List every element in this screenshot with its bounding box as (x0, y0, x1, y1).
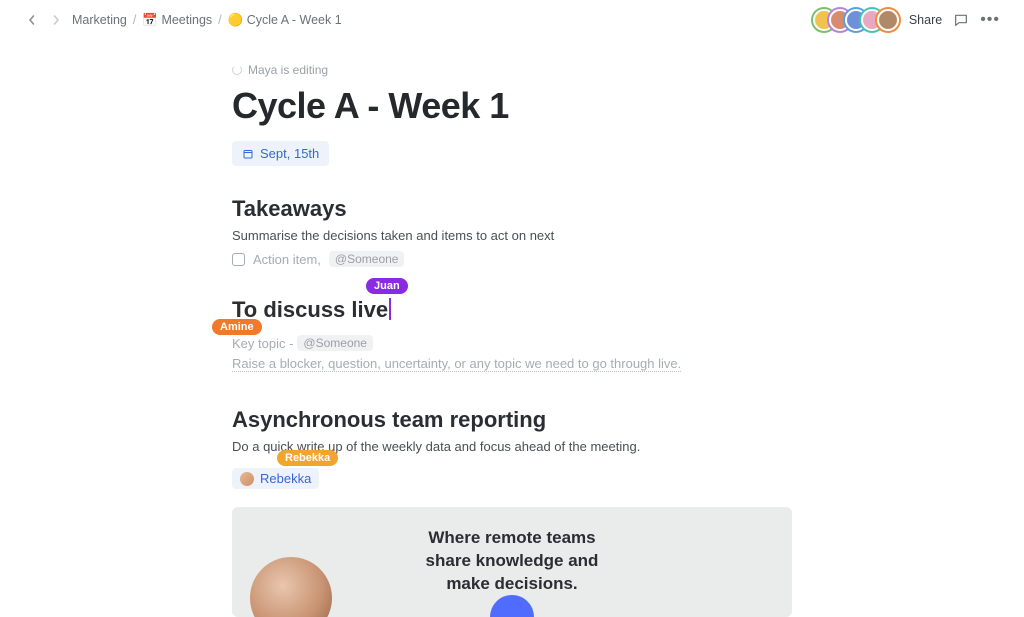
text-cursor-icon (389, 298, 391, 320)
embedded-face-image (250, 557, 332, 617)
key-topic-row[interactable]: Key topic - @Someone (232, 335, 792, 351)
embedded-tagline: Where remote teams share knowledge and m… (426, 527, 599, 596)
key-topic-label: Key topic - (232, 336, 293, 351)
mention-chip[interactable]: @Someone (329, 251, 405, 267)
share-button[interactable]: Share (909, 13, 942, 27)
calendar-icon (242, 148, 254, 160)
crumb-sep: / (133, 13, 136, 27)
section-takeaways-sub[interactable]: Summarise the decisions taken and items … (232, 228, 792, 243)
topbar-right: Share ••• (813, 9, 1000, 31)
embedded-media[interactable]: Where remote teams share knowledge and m… (232, 507, 792, 617)
date-chip[interactable]: Sept, 15th (232, 141, 329, 166)
play-bubble-icon (490, 595, 534, 617)
avatar[interactable] (877, 9, 899, 31)
presence-cursor-juan: Juan (366, 278, 408, 294)
speech-bubble-icon (953, 12, 969, 28)
user-mention-chip[interactable]: Rebekka (232, 468, 319, 489)
mention-chip[interactable]: @Someone (297, 335, 373, 351)
embed-line: make decisions. (426, 573, 599, 596)
page-emoji-icon: 🟡 (228, 13, 244, 27)
action-item-text: Action item, (253, 252, 321, 267)
forward-button[interactable] (48, 12, 64, 28)
checkbox-icon[interactable] (232, 253, 245, 266)
crumb-current-label: Cycle A - Week 1 (247, 13, 342, 27)
page-title[interactable]: Cycle A - Week 1 (232, 85, 792, 127)
crumb-root[interactable]: Marketing (72, 13, 127, 27)
calendar-emoji-icon: 📅 (142, 13, 158, 27)
document: Maya is editing Cycle A - Week 1 Sept, 1… (232, 62, 792, 617)
chevron-right-icon (51, 15, 61, 25)
crumb-meetings-label: Meetings (161, 13, 212, 27)
section-async: Asynchronous team reporting Do a quick w… (232, 407, 792, 617)
chevron-left-icon (27, 15, 37, 25)
discuss-hint[interactable]: Raise a blocker, question, uncertainty, … (232, 356, 681, 372)
crumb-current[interactable]: 🟡 Cycle A - Week 1 (228, 13, 342, 28)
top-bar: Marketing / 📅 Meetings / 🟡 Cycle A - Wee… (0, 0, 1024, 40)
presence-cursor-rebekka: Rebekka (277, 450, 338, 466)
presence-cursor-amine: Amine (212, 319, 262, 335)
more-menu-button[interactable]: ••• (980, 11, 1000, 29)
back-button[interactable] (24, 12, 40, 28)
breadcrumb: Marketing / 📅 Meetings / 🟡 Cycle A - Wee… (72, 13, 342, 28)
action-item-row[interactable]: Action item, @Someone (232, 251, 792, 267)
user-mention-label: Rebekka (260, 471, 311, 486)
section-discuss: Juan Amine To discuss live Key topic - @… (232, 297, 792, 373)
crumb-sep: / (218, 13, 221, 27)
section-takeaways-heading[interactable]: Takeaways (232, 196, 792, 222)
section-async-heading[interactable]: Asynchronous team reporting (232, 407, 792, 433)
comments-button[interactable] (952, 11, 970, 29)
editing-status-text: Maya is editing (248, 63, 328, 77)
date-chip-label: Sept, 15th (260, 146, 319, 161)
spinner-icon (232, 65, 242, 75)
avatar-icon (240, 472, 254, 486)
embed-line: Where remote teams (426, 527, 599, 550)
embed-line: share knowledge and (426, 550, 599, 573)
crumb-meetings[interactable]: 📅 Meetings (142, 13, 212, 28)
editing-status: Maya is editing (232, 63, 328, 77)
presence-avatars[interactable] (813, 9, 899, 31)
topbar-left: Marketing / 📅 Meetings / 🟡 Cycle A - Wee… (24, 12, 342, 28)
